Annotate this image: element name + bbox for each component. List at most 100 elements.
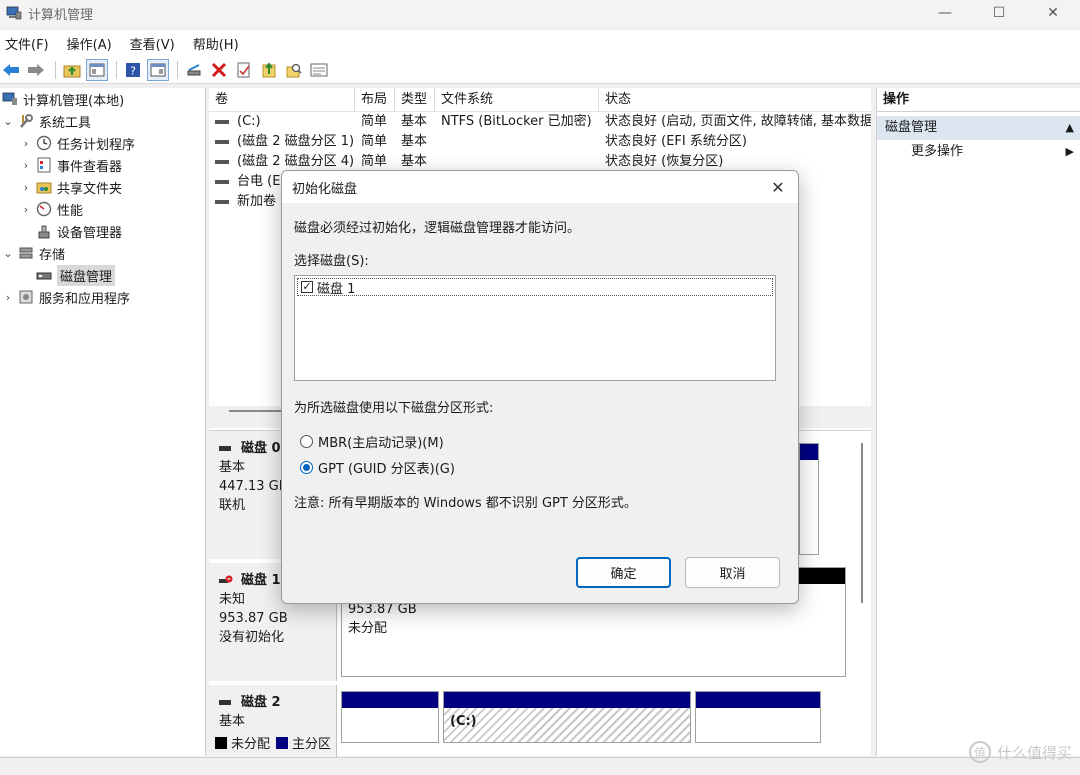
shared-folder-icon — [36, 182, 52, 194]
actions-section-disk-management[interactable]: 磁盘管理 ▲ — [877, 116, 1080, 140]
tree-label: 事件查看器 — [57, 159, 123, 175]
submenu-arrow-icon: ▶ — [1065, 145, 1074, 158]
tree-item-shared-folders[interactable]: › 共享文件夹 — [0, 176, 205, 198]
chevron-down-icon[interactable]: ⌄ — [2, 247, 14, 260]
tree-label: 设备管理器 — [57, 225, 123, 241]
chevron-right-icon[interactable]: › — [20, 159, 32, 172]
table-row[interactable]: (C:) 简单 基本 NTFS (BitLocker 已加密) 状态良好 (启动… — [209, 112, 871, 132]
tree-label: 存储 — [39, 247, 66, 263]
menu-file[interactable]: 文件(F) — [0, 34, 54, 53]
event-viewer-icon — [37, 157, 51, 173]
tools-icon — [20, 114, 33, 128]
volume-icon — [215, 159, 229, 164]
navigation-tree: 计算机管理(本地) ⌄ 系统工具 › 任务计划程序 › 事件查看器 › 共享文件… — [0, 88, 206, 756]
watermark: 值 什么值得买 — [968, 741, 1072, 763]
chevron-right-icon[interactable]: › — [20, 137, 32, 150]
forward-arrow-icon[interactable] — [25, 59, 47, 81]
up-folder-icon[interactable] — [61, 59, 83, 81]
performance-icon — [36, 201, 52, 217]
primary-partition-swatch — [276, 736, 289, 749]
mbr-option[interactable]: MBR(主启动记录)(M) — [300, 430, 786, 452]
chevron-right-icon[interactable]: › — [20, 203, 32, 216]
search-folder-icon[interactable] — [283, 59, 305, 81]
disk-list-item[interactable]: ✓ 磁盘 1 — [297, 278, 773, 297]
disk-icon — [219, 446, 231, 451]
table-row[interactable]: (磁盘 2 磁盘分区 1) 简单 基本 状态良好 (EFI 系统分区) — [209, 132, 871, 152]
tree-item-task-scheduler[interactable]: › 任务计划程序 — [0, 132, 205, 154]
close-button[interactable]: ✕ — [1026, 0, 1080, 26]
export-icon[interactable] — [258, 59, 280, 81]
actions-pane: 操作 磁盘管理 ▲ 更多操作 ▶ — [876, 88, 1080, 756]
partition-style-label: 为所选磁盘使用以下磁盘分区形式: — [294, 401, 494, 416]
mbr-radio[interactable] — [300, 434, 313, 448]
dialog-close-icon[interactable]: ✕ — [766, 175, 790, 199]
properties-icon[interactable] — [233, 59, 255, 81]
maximize-button[interactable]: ☐ — [972, 0, 1026, 26]
actions-header: 操作 — [877, 88, 1080, 112]
action-pane-icon[interactable] — [147, 58, 169, 81]
disk-2-partition-1[interactable] — [341, 691, 439, 743]
collapse-arrow-icon[interactable]: ▲ — [1066, 116, 1074, 140]
tree-item-services[interactable]: › 服务和应用程序 — [0, 286, 205, 308]
tree-label: 服务和应用程序 — [39, 291, 131, 307]
tree-item-system-tools[interactable]: ⌄ 系统工具 — [0, 110, 205, 132]
gpt-note: 注意: 所有早期版本的 Windows 都不识别 GPT 分区形式。 — [294, 496, 637, 511]
tree-item-root[interactable]: 计算机管理(本地) — [0, 88, 205, 110]
disk-management-icon — [36, 272, 52, 280]
delete-icon[interactable] — [208, 59, 230, 81]
volume-icon — [215, 119, 229, 124]
column-header-status[interactable]: 状态 — [599, 88, 871, 112]
connect-drive-icon[interactable] — [183, 59, 205, 81]
gpt-option[interactable]: GPT (GUID 分区表)(G) — [300, 456, 786, 478]
tree-item-device-manager[interactable]: 设备管理器 — [0, 220, 205, 242]
menu-view[interactable]: 查看(V) — [125, 34, 180, 53]
disk-0-partition[interactable] — [799, 443, 819, 555]
chevron-down-icon[interactable]: ⌄ — [2, 115, 14, 128]
tree-label: 计算机管理(本地) — [23, 93, 125, 109]
column-header-layout[interactable]: 布局 — [355, 88, 395, 112]
toolbar: ? — [0, 56, 1080, 84]
dialog-title: 初始化磁盘 — [292, 181, 358, 197]
volume-icon — [215, 139, 229, 144]
ok-button[interactable]: 确定 — [576, 557, 671, 588]
help-icon[interactable]: ? — [122, 59, 144, 81]
gpt-radio[interactable] — [300, 460, 313, 474]
tree-item-event-viewer[interactable]: › 事件查看器 — [0, 154, 205, 176]
tree-item-performance[interactable]: › 性能 — [0, 198, 205, 220]
disk-listbox[interactable]: ✓ 磁盘 1 — [294, 275, 776, 381]
tree-label: 任务计划程序 — [57, 137, 136, 153]
legend: 未分配 主分区 — [215, 733, 331, 752]
disk-2-partition-4[interactable] — [695, 691, 821, 743]
minimize-button[interactable]: — — [918, 0, 972, 26]
column-header-volume[interactable]: 卷 — [209, 88, 355, 112]
tree-label: 系统工具 — [39, 115, 92, 131]
clock-icon — [36, 135, 52, 151]
table-row[interactable]: (磁盘 2 磁盘分区 4) 简单 基本 状态良好 (恢复分区) — [209, 152, 871, 172]
menu-help[interactable]: 帮助(H) — [188, 34, 244, 53]
disk-error-icon — [219, 575, 233, 583]
cancel-button[interactable]: 取消 — [685, 557, 780, 588]
storage-icon — [19, 247, 33, 259]
computer-management-icon — [6, 6, 22, 20]
disk-2-partition-c[interactable]: (C:) — [443, 691, 691, 743]
column-header-filesystem[interactable]: 文件系统 — [435, 88, 599, 112]
dialog-message: 磁盘必须经过初始化，逻辑磁盘管理器才能访问。 — [294, 221, 581, 236]
dialog-title-bar: 初始化磁盘 — [282, 171, 798, 203]
tree-item-storage[interactable]: ⌄ 存储 — [0, 242, 205, 264]
chevron-right-icon[interactable]: › — [2, 291, 14, 304]
vertical-scrollbar[interactable] — [861, 443, 863, 603]
volume-icon — [215, 179, 229, 184]
chevron-right-icon[interactable]: › — [20, 181, 32, 194]
list-view-icon[interactable] — [308, 59, 330, 81]
checkbox-checked-icon[interactable]: ✓ — [301, 281, 313, 293]
more-actions-item[interactable]: 更多操作 ▶ — [877, 140, 1080, 164]
disk-icon — [219, 700, 231, 705]
menu-action[interactable]: 操作(A) — [62, 34, 117, 53]
window-title: 计算机管理 — [28, 7, 94, 23]
title-bar: 计算机管理 — ☐ ✕ — [0, 0, 1080, 26]
watermark-logo-icon: 值 — [968, 741, 991, 763]
column-header-type[interactable]: 类型 — [395, 88, 435, 112]
console-tree-icon[interactable] — [86, 58, 108, 81]
tree-item-disk-management[interactable]: 磁盘管理 — [0, 264, 205, 286]
back-arrow-icon[interactable] — [0, 59, 22, 81]
